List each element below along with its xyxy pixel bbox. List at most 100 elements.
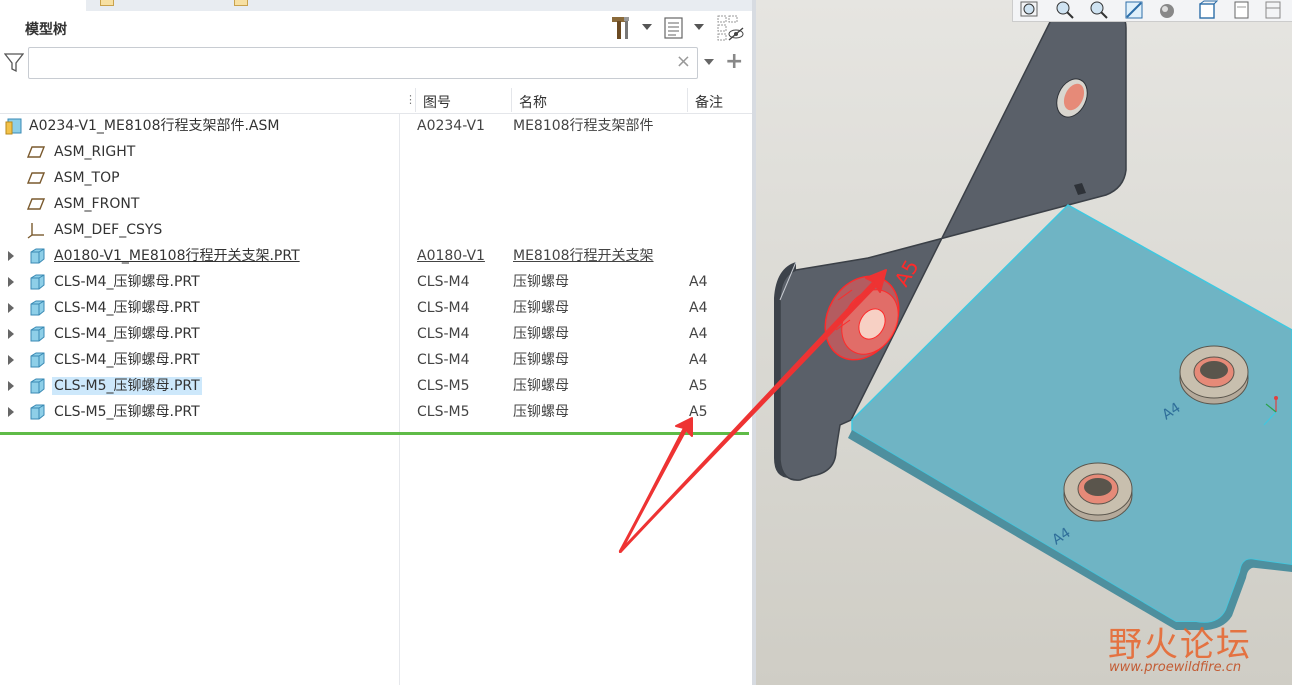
assembly-icon: [5, 118, 22, 135]
tree-row-asm-top[interactable]: ASM_TOP: [0, 165, 752, 191]
expand-arrow-icon[interactable]: [8, 277, 14, 287]
expand-arrow-icon[interactable]: [8, 303, 14, 313]
tree-item-name: A0234-V1_ME8108行程支架部件.ASM: [29, 118, 280, 134]
cell-drawing-no: A0234-V1: [417, 118, 485, 134]
part-icon: [30, 352, 45, 368]
tree-row-nut-m4[interactable]: CLS-M4_压铆螺母.PRT CLS-M4 压铆螺母 A4: [0, 295, 752, 321]
tree-toolbar: [606, 14, 752, 44]
part-icon: [30, 274, 45, 290]
cell-remark: A4: [689, 326, 708, 342]
panel-title: 模型树: [25, 22, 67, 38]
tree-row-nut-m5-selected[interactable]: CLS-M5_压铆螺母.PRT CLS-M5 压铆螺母 A5: [0, 373, 752, 399]
cell-part-name: 压铆螺母: [513, 274, 569, 290]
datum-plane-icon: [27, 172, 45, 184]
tree-item-name: CLS-M4_压铆螺母.PRT: [54, 274, 200, 290]
column-header-drawing-no[interactable]: 图号: [423, 92, 451, 112]
insert-here-marker[interactable]: [0, 432, 749, 435]
cell-remark: A4: [689, 274, 708, 290]
cell-drawing-no: CLS-M4: [417, 326, 470, 342]
settings-tools-icon[interactable]: [608, 14, 634, 42]
part-icon: [30, 248, 45, 264]
cell-drawing-no: CLS-M4: [417, 300, 470, 316]
cell-remark: A4: [689, 352, 708, 368]
show-dropdown-icon[interactable]: [694, 24, 704, 30]
cell-remark: A5: [689, 404, 708, 420]
graphics-window[interactable]: A4 A4 A5 野火论坛 www.proewildfire.cn: [756, 0, 1292, 685]
tab-model-tree[interactable]: [0, 0, 86, 11]
part-icon: [30, 326, 45, 342]
add-icon[interactable]: +: [725, 50, 743, 74]
tree-row-nut-m5[interactable]: CLS-M5_压铆螺母.PRT CLS-M5 压铆螺母 A5: [0, 399, 752, 425]
datum-plane-icon: [27, 198, 45, 210]
tree-row-root-assembly[interactable]: A0234-V1_ME8108行程支架部件.ASM A0234-V1 ME810…: [0, 113, 752, 139]
tree-row-asm-right[interactable]: ASM_RIGHT: [0, 139, 752, 165]
settings-dropdown-icon[interactable]: [642, 24, 652, 30]
tree-row-bracket-part[interactable]: A0180-V1_ME8108行程开关支架.PRT A0180-V1 ME810…: [0, 243, 752, 269]
cell-drawing-no: CLS-M4: [417, 274, 470, 290]
tree-row-nut-m4[interactable]: CLS-M4_压铆螺母.PRT CLS-M4 压铆螺母 A4: [0, 269, 752, 295]
part-icon: [30, 300, 45, 316]
show-list-icon[interactable]: [662, 14, 686, 42]
expand-arrow-icon[interactable]: [8, 355, 14, 365]
part-icon: [30, 404, 45, 420]
cell-remark: A4: [689, 300, 708, 316]
zoom-out-icon[interactable]: [1087, 0, 1109, 20]
tree-item-name: A0180-V1_ME8108行程开关支架.PRT: [54, 248, 300, 264]
search-field[interactable]: ×: [28, 47, 698, 79]
tree-item-name: ASM_TOP: [54, 170, 120, 186]
column-visibility-icon[interactable]: [716, 14, 746, 42]
folder-tab-icon[interactable]: [100, 0, 114, 6]
expand-arrow-icon[interactable]: [8, 329, 14, 339]
column-header-name[interactable]: 名称: [519, 92, 547, 112]
tree-column-header: ⋮ 图号 名称 备注: [0, 88, 752, 114]
cell-part-name: 压铆螺母: [513, 326, 569, 342]
cell-part-name: ME8108行程开关支架: [513, 248, 654, 264]
expand-arrow-icon[interactable]: [8, 381, 14, 391]
search-input[interactable]: [35, 53, 665, 73]
view-manager-icon[interactable]: [1231, 0, 1253, 20]
tree-item-name: ASM_DEF_CSYS: [54, 222, 163, 238]
zoom-in-icon[interactable]: [1053, 0, 1075, 20]
cell-part-name: 压铆螺母: [513, 378, 569, 394]
tree-item-name: ASM_RIGHT: [54, 144, 136, 160]
coordinate-system-icon: [27, 223, 44, 239]
datum-plane-icon: [27, 146, 45, 158]
filter-icon[interactable]: [3, 52, 25, 74]
expand-arrow-icon[interactable]: [8, 407, 14, 417]
tree-item-name: ASM_FRONT: [54, 196, 140, 212]
model-render: A4 A4 A5: [774, 9, 1292, 631]
cell-drawing-no: CLS-M4: [417, 352, 470, 368]
view-toolbar: [1012, 0, 1292, 22]
clear-icon[interactable]: ×: [676, 52, 691, 72]
cell-part-name: 压铆螺母: [513, 404, 569, 420]
cell-remark: A5: [689, 378, 708, 394]
cell-drawing-no: CLS-M5: [417, 378, 470, 394]
display-style-icon[interactable]: [1157, 0, 1179, 20]
watermark-url: www.proewildfire.cn: [1109, 660, 1242, 675]
favorites-tab-icon[interactable]: [234, 0, 248, 6]
model-tree-panel: 模型树 × + ⋮ 图号 名称 备注 A0234-V1_ME8108行程支架部件…: [0, 0, 752, 685]
tree-item-name: CLS-M4_压铆螺母.PRT: [54, 300, 200, 316]
expand-arrow-icon[interactable]: [8, 251, 14, 261]
tree-row-asm-def-csys[interactable]: ASM_DEF_CSYS: [0, 217, 752, 243]
search-options-dropdown-icon[interactable]: [704, 59, 714, 65]
column-header-remark[interactable]: 备注: [695, 92, 723, 112]
tree-item-name: CLS-M5_压铆螺母.PRT: [54, 404, 200, 420]
navigator-tab-strip: [0, 0, 752, 11]
cell-part-name: 压铆螺母: [513, 300, 569, 316]
cell-part-name: ME8108行程支架部件: [513, 118, 654, 134]
cell-drawing-no: CLS-M5: [417, 404, 470, 420]
tree-item-name: CLS-M5_压铆螺母.PRT: [52, 377, 202, 395]
cell-drawing-no: A0180-V1: [417, 248, 485, 264]
forum-watermark: 野火论坛 www.proewildfire.cn: [1104, 615, 1292, 685]
refit-icon[interactable]: [1019, 0, 1041, 20]
part-icon: [30, 378, 45, 394]
tree-row-nut-m4[interactable]: CLS-M4_压铆螺母.PRT CLS-M4 压铆螺母 A4: [0, 347, 752, 373]
tree-row-asm-front[interactable]: ASM_FRONT: [0, 191, 752, 217]
cell-part-name: 压铆螺母: [513, 352, 569, 368]
repaint-icon[interactable]: [1123, 0, 1145, 20]
tree-item-name: CLS-M4_压铆螺母.PRT: [54, 326, 200, 342]
datum-display-icon[interactable]: [1263, 0, 1285, 20]
tree-row-nut-m4[interactable]: CLS-M4_压铆螺母.PRT CLS-M4 压铆螺母 A4: [0, 321, 752, 347]
saved-orientations-icon[interactable]: [1197, 0, 1219, 20]
